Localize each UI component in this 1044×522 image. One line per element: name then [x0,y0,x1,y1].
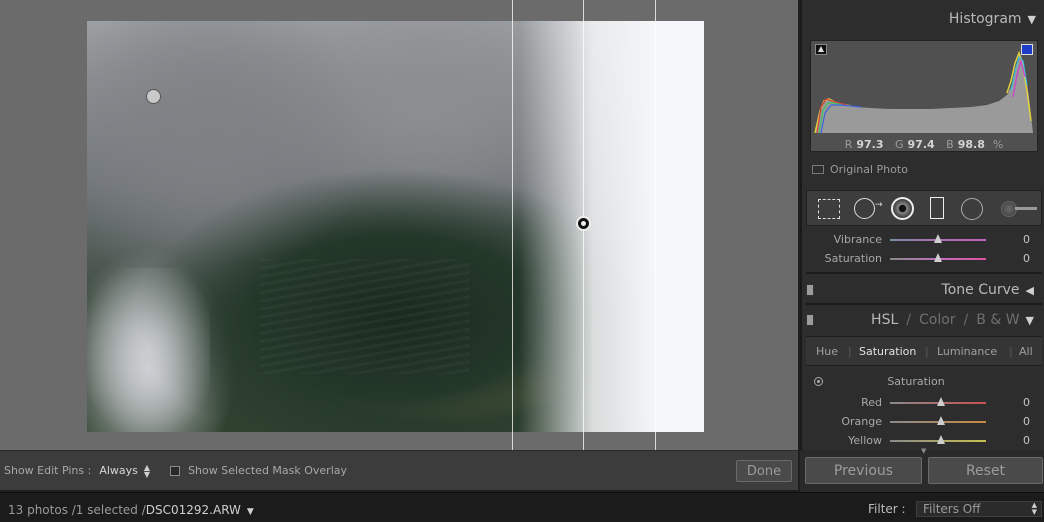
panel-switch-icon[interactable] [806,314,814,326]
adjustment-brush-icon[interactable] [1001,201,1037,217]
orange-value[interactable]: 0 [1023,415,1030,428]
color-title[interactable]: Color [919,312,956,328]
graduated-filter-guide-end[interactable] [655,0,656,450]
vibrance-thumb[interactable] [934,234,942,243]
done-button[interactable]: Done [736,460,792,482]
orange-slider-row[interactable]: Orange 0 [806,413,1042,431]
g-label: G [894,138,904,151]
photo-rock-left [87,21,396,268]
edit-pin-active[interactable] [576,216,591,231]
show-mask-overlay-label: Show Selected Mask Overlay [188,464,348,477]
red-eye-correction-icon[interactable] [891,197,914,220]
photo-pool [259,259,470,375]
crop-overlay-icon[interactable] [818,199,840,219]
reset-button[interactable]: Reset [928,457,1043,484]
original-photo-checkbox[interactable] [812,165,824,174]
photo-count-info: 13 photos /1 selected /DSC01292.ARW ▼ [8,503,254,517]
histogram-title: Histogram [948,11,1022,27]
orange-label: Orange [841,415,882,428]
collapse-triangle-icon[interactable]: ▼ [1028,13,1036,26]
tone-curve-title: Tone Curve [941,282,1020,298]
tab-separator: | [1009,345,1013,358]
red-label: Red [861,396,882,409]
updown-arrows-icon[interactable]: ▲ ▼ [144,463,150,478]
r-label: R [844,138,853,151]
graduated-filter-icon[interactable] [930,197,944,219]
saturation-thumb[interactable] [934,253,942,262]
filter-label: Filter : [868,502,906,516]
yellow-thumb[interactable] [937,435,945,444]
image-canvas[interactable] [0,0,798,450]
vibrance-label: Vibrance [833,233,882,246]
expand-triangle-icon[interactable]: ◀ [1026,284,1034,297]
tab-saturation[interactable]: Saturation [859,345,916,358]
histogram-header[interactable]: Histogram ▼ [804,6,1044,32]
filter-select[interactable]: Filters Off ▲ ▼ [916,501,1042,517]
histogram[interactable] [810,40,1038,152]
yellow-label: Yellow [848,434,882,447]
saturation-value[interactable]: 0 [1023,252,1030,265]
red-value[interactable]: 0 [1023,396,1030,409]
filter-value: Filters Off [923,502,981,516]
saturation-section-title: Saturation [887,375,945,388]
vibrance-value[interactable]: 0 [1023,233,1030,246]
graduated-filter-guide-start[interactable] [512,0,513,450]
original-photo-label: Original Photo [830,163,908,176]
saturation-label: Saturation [824,252,882,265]
show-mask-overlay-checkbox[interactable] [170,465,181,476]
scroll-down-caret-icon[interactable]: ▼ [921,447,926,455]
filename-dropdown-icon[interactable]: ▼ [247,507,254,517]
saturation-slider-row[interactable]: Saturation 0 [806,250,1042,268]
orange-thumb[interactable] [937,416,945,425]
hsl-tabs: Hue | Saturation | Luminance | All [806,336,1042,366]
panel-divider [806,303,1042,305]
shadow-clipping-toggle[interactable] [815,44,827,55]
hsl-sep: / [963,312,969,328]
panel-divider [806,272,1042,274]
canvas-toolbar: Show Edit Pins : Always ▲ ▼ Show Selected… [0,450,798,490]
lightroom-develop-window: Show Edit Pins : Always ▲ ▼ Show Selected… [0,0,1044,522]
red-thumb[interactable] [937,397,945,406]
tab-all[interactable]: All [1019,345,1033,358]
filmstrip-bar: 13 photos /1 selected /DSC01292.ARW ▼ Fil… [0,492,1044,522]
tool-strip [806,190,1042,226]
spot-removal-icon[interactable] [854,198,883,219]
hsl-sep: / [906,312,911,328]
tab-luminance[interactable]: Luminance [937,345,997,358]
highlight-clipping-toggle[interactable] [1021,44,1033,55]
photo-preview[interactable] [87,21,704,432]
tone-curve-header[interactable]: Tone Curve ◀ [802,277,1042,303]
histogram-graph [811,50,1037,151]
g-value: 97.4 [907,138,935,151]
collapse-triangle-icon[interactable]: ▼ [1026,314,1034,327]
bw-title[interactable]: B & W [976,312,1019,328]
edit-pin-inactive[interactable] [146,89,161,104]
percent-unit: % [992,138,1004,151]
photo-rock-bottom [87,267,211,432]
rgb-readout: R 97.3 G 97.4 B 98.8% [810,138,1038,151]
hsl-header[interactable]: HSL / Color / B & W ▼ [802,307,1042,333]
previous-button[interactable]: Previous [805,457,922,484]
tab-hue[interactable]: Hue [816,345,838,358]
r-value: 97.3 [856,138,884,151]
photo-count-text: 13 photos /1 selected / [8,503,146,517]
updown-arrows-icon[interactable]: ▲ ▼ [1032,502,1037,516]
selected-filename[interactable]: DSC01292.ARW [146,503,241,517]
radial-filter-icon[interactable] [961,198,983,220]
show-edit-pins-select[interactable]: Always [99,464,138,477]
red-slider-row[interactable]: Red 0 [806,394,1042,412]
b-value: 98.8 [957,138,985,151]
panel-switch-icon[interactable] [806,284,814,296]
vibrance-slider-row[interactable]: Vibrance 0 [806,231,1042,249]
original-photo-toggle[interactable]: Original Photo [812,163,908,176]
show-edit-pins-label: Show Edit Pins : [4,464,92,477]
b-label: B [946,138,954,151]
yellow-value[interactable]: 0 [1023,434,1030,447]
tab-separator: | [925,345,929,358]
tab-separator: | [848,345,852,358]
hsl-title[interactable]: HSL [871,312,898,328]
